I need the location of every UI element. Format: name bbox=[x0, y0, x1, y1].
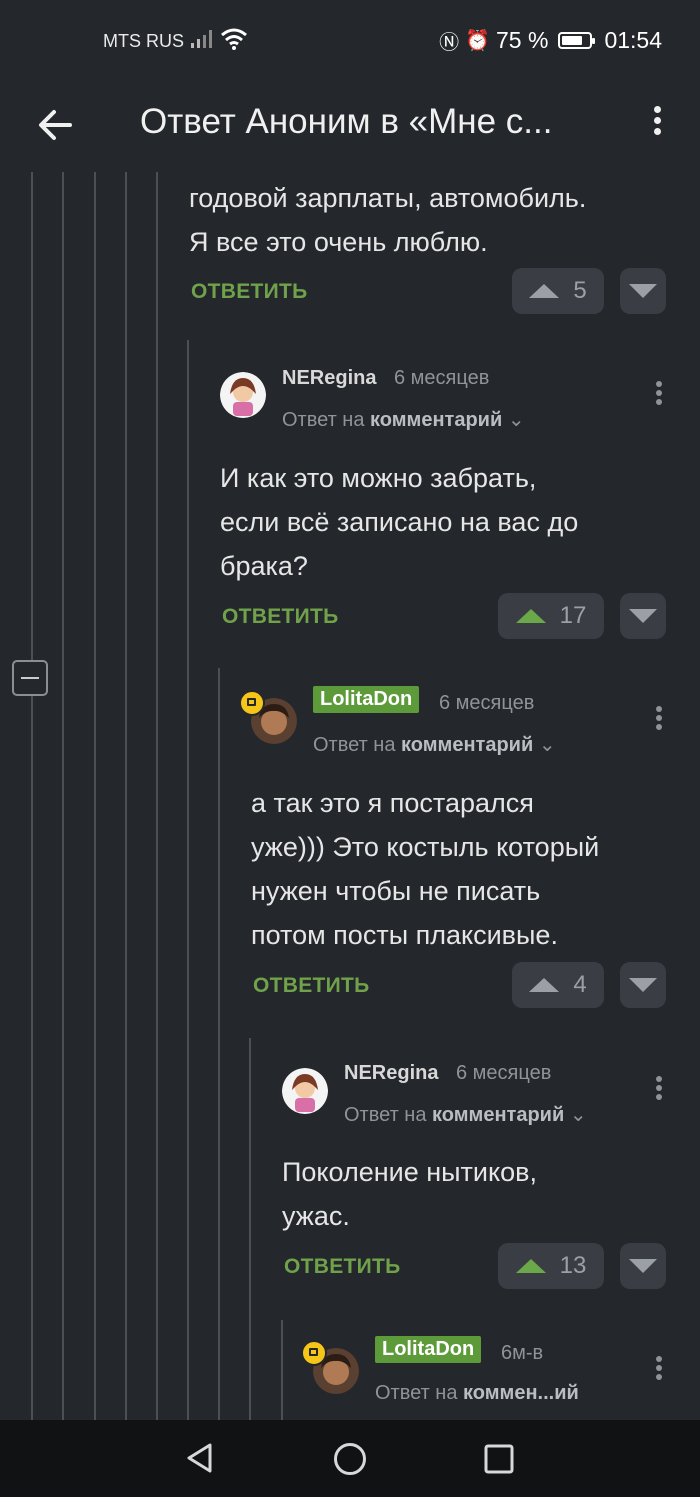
comment-time: 6м-в bbox=[501, 1342, 544, 1364]
reply-to[interactable]: Ответ на комментарий ⌄ bbox=[282, 407, 525, 432]
app-bar: Ответ Аноним в «Мне с... bbox=[0, 80, 700, 172]
downvote-button[interactable] bbox=[620, 593, 666, 639]
thread-line bbox=[249, 1038, 251, 1420]
chevron-down-icon: ⌄ bbox=[569, 1104, 587, 1126]
status-bar: MTS RUS Ⓝ ⏰ 75 % 01:54 bbox=[0, 0, 700, 80]
downvote-button[interactable] bbox=[620, 268, 666, 314]
alarm-icon: ⏰ bbox=[465, 30, 490, 52]
more-vertical-icon[interactable] bbox=[652, 1073, 666, 1105]
downvote-icon bbox=[629, 284, 657, 298]
moderator-badge-icon bbox=[239, 690, 265, 716]
downvote-icon bbox=[629, 609, 657, 623]
nfc-icon: Ⓝ bbox=[439, 32, 460, 54]
upvote-icon bbox=[515, 609, 546, 623]
upvote-icon bbox=[529, 978, 560, 992]
wifi-icon bbox=[221, 28, 247, 50]
downvote-button[interactable] bbox=[620, 1243, 666, 1289]
thread-line bbox=[187, 340, 189, 1420]
back-triangle-icon[interactable] bbox=[184, 1442, 216, 1474]
vote-count: 4 bbox=[573, 971, 587, 998]
chevron-down-icon: ⌄ bbox=[507, 409, 525, 431]
moderator-badge-icon bbox=[301, 1340, 327, 1366]
author-name[interactable]: NERegina bbox=[344, 1062, 438, 1085]
reply-button[interactable]: ОТВЕТИТЬ bbox=[222, 605, 339, 629]
home-circle-icon[interactable] bbox=[333, 1442, 367, 1476]
upvote-button[interactable]: 13 bbox=[498, 1243, 604, 1289]
more-vertical-icon[interactable] bbox=[644, 102, 670, 146]
signal-icon bbox=[191, 30, 212, 48]
comment-time: 6 месяцев bbox=[394, 367, 490, 389]
thread-line bbox=[281, 1320, 283, 1420]
avatar[interactable] bbox=[282, 1068, 328, 1114]
carrier-label: MTS RUS bbox=[103, 31, 184, 51]
comment-thread[interactable]: годовой зарплаты, автомобиль. Я все это о… bbox=[0, 172, 700, 1420]
thread-line bbox=[125, 172, 127, 1420]
downvote-icon bbox=[629, 978, 657, 992]
system-nav-bar bbox=[0, 1420, 700, 1497]
upvote-button[interactable]: 17 bbox=[498, 593, 604, 639]
comment-text: годовой зарплаты, автомобиль. Я все это о… bbox=[189, 183, 587, 257]
thread-line bbox=[94, 172, 96, 1420]
comment-text: а так это я постарался уже))) Это костыль… bbox=[251, 788, 600, 950]
comment-text: И как это можно забрать, если всё записан… bbox=[220, 463, 579, 581]
upvote-button[interactable]: 5 bbox=[512, 268, 604, 314]
vote-count: 17 bbox=[559, 602, 587, 629]
thread-line bbox=[62, 172, 64, 1420]
author-name[interactable]: LolitaDon bbox=[375, 1336, 482, 1363]
author-name[interactable]: LolitaDon bbox=[313, 686, 420, 713]
thread-line bbox=[156, 172, 158, 1420]
reply-button[interactable]: ОТВЕТИТЬ bbox=[191, 280, 308, 304]
battery-percent: 75 % bbox=[496, 27, 549, 53]
page-title: Ответ Аноним в «Мне с... bbox=[140, 102, 553, 141]
comment-time: 6 месяцев bbox=[456, 1062, 552, 1084]
more-vertical-icon[interactable] bbox=[652, 1353, 666, 1385]
downvote-icon bbox=[629, 1259, 657, 1273]
reply-button[interactable]: ОТВЕТИТЬ bbox=[253, 974, 370, 998]
reply-to[interactable]: Ответ на коммен...ий bbox=[375, 1382, 579, 1405]
downvote-button[interactable] bbox=[620, 962, 666, 1008]
arrow-left-icon[interactable] bbox=[34, 104, 76, 146]
upvote-icon bbox=[529, 284, 560, 298]
thread-line bbox=[218, 668, 220, 1420]
comment-text: Поколение нытиков, ужас. bbox=[282, 1157, 537, 1231]
reply-to[interactable]: Ответ на комментарий ⌄ bbox=[344, 1102, 587, 1127]
vote-count: 5 bbox=[573, 277, 587, 304]
reply-to[interactable]: Ответ на комментарий ⌄ bbox=[313, 732, 556, 757]
upvote-icon bbox=[515, 1259, 546, 1273]
recents-square-icon[interactable] bbox=[483, 1443, 515, 1475]
clock: 01:54 bbox=[604, 27, 662, 53]
more-vertical-icon[interactable] bbox=[652, 703, 666, 735]
comment-time: 6 месяцев bbox=[439, 692, 535, 714]
reply-button[interactable]: ОТВЕТИТЬ bbox=[284, 1255, 401, 1279]
battery-icon bbox=[558, 32, 596, 49]
chevron-down-icon: ⌄ bbox=[538, 734, 556, 756]
vote-count: 13 bbox=[559, 1252, 587, 1279]
upvote-button[interactable]: 4 bbox=[512, 962, 604, 1008]
collapse-thread-button[interactable] bbox=[12, 660, 48, 696]
author-name[interactable]: NERegina bbox=[282, 367, 376, 390]
avatar[interactable] bbox=[220, 372, 266, 418]
thread-line bbox=[31, 172, 33, 1420]
more-vertical-icon[interactable] bbox=[652, 378, 666, 410]
